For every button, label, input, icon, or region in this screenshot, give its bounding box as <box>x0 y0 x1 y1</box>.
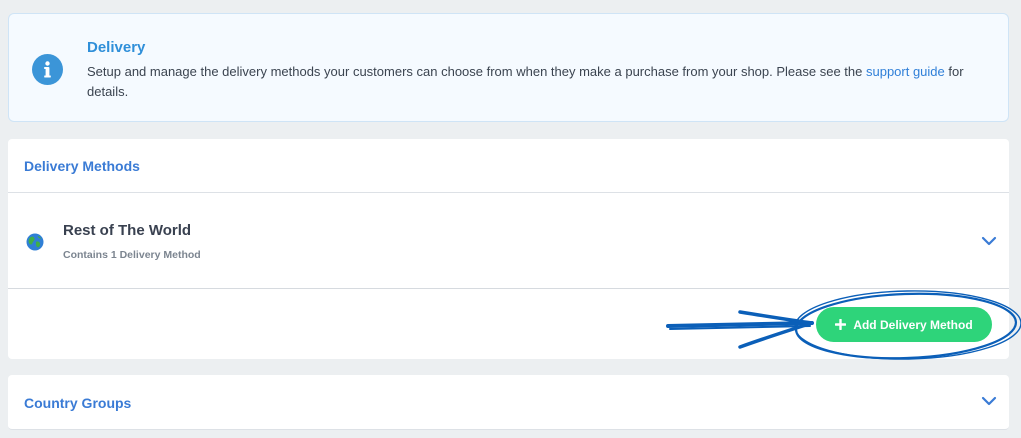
delivery-methods-title: Delivery Methods <box>24 158 140 174</box>
info-description: Setup and manage the delivery methods yo… <box>87 62 992 102</box>
info-icon <box>32 54 63 85</box>
plus-icon <box>835 319 847 330</box>
info-title: Delivery <box>87 39 146 56</box>
delivery-methods-header: Delivery Methods <box>8 139 1009 193</box>
support-guide-link[interactable]: support guide <box>866 64 945 79</box>
delivery-method-count: Contains 1 Delivery Method <box>63 249 201 261</box>
country-groups-card[interactable]: Country Groups <box>8 375 1009 430</box>
delivery-method-name: Rest of The World <box>63 222 192 239</box>
delivery-methods-actions: Add Delivery Method <box>8 290 1009 359</box>
globe-icon <box>26 233 44 251</box>
add-delivery-method-label: Add Delivery Method <box>853 317 973 332</box>
chevron-down-icon[interactable] <box>981 396 997 406</box>
country-groups-title: Country Groups <box>24 395 132 411</box>
chevron-down-icon[interactable] <box>981 236 997 246</box>
info-text-start: Setup and manage the delivery methods yo… <box>87 64 866 79</box>
add-delivery-method-button[interactable]: Add Delivery Method <box>816 307 992 342</box>
delivery-info-banner: Delivery Setup and manage the delivery m… <box>8 13 1009 122</box>
delivery-method-row-rest-of-world[interactable]: Rest of The World Contains 1 Delivery Me… <box>8 194 1009 289</box>
delivery-methods-card: Delivery Methods Rest of The World Conta… <box>8 139 1009 359</box>
